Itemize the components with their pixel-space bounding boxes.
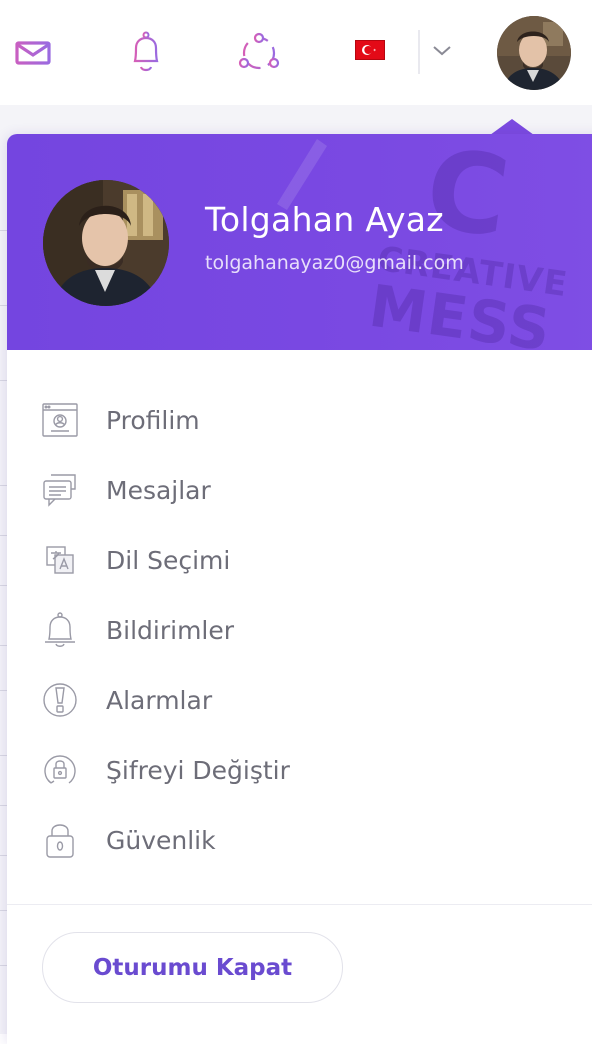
menu-item-guvenlik[interactable]: Güvenlik bbox=[7, 810, 587, 870]
menu-item-label: Dil Seçimi bbox=[106, 545, 231, 575]
padlock-icon bbox=[41, 820, 79, 860]
menu-item-label: Alarmlar bbox=[106, 685, 213, 715]
profile-name: Tolgahan Ayaz bbox=[205, 200, 444, 239]
bell-icon bbox=[41, 610, 79, 650]
translate-icon bbox=[41, 540, 79, 580]
profile-avatar bbox=[43, 180, 169, 306]
menu-item-label: Bildirimler bbox=[106, 615, 235, 645]
lock-refresh-icon bbox=[41, 750, 79, 790]
profile-card-icon bbox=[41, 400, 79, 440]
navbar-divider bbox=[418, 30, 420, 74]
menu-item-sifreyi-degistir[interactable]: Şifreyi Değiştir bbox=[7, 740, 587, 800]
menu-item-label: Profilim bbox=[106, 405, 200, 435]
alert-icon bbox=[41, 680, 79, 720]
dropdown-caret bbox=[490, 119, 534, 135]
share-network-icon[interactable] bbox=[237, 31, 281, 75]
user-avatar[interactable] bbox=[497, 16, 571, 90]
profile-header: C CREATIVE MESS Tolgahan Ayaz tolgahanay… bbox=[7, 134, 592, 350]
bell-icon[interactable] bbox=[126, 30, 166, 74]
menu-item-alarmlar[interactable]: Alarmlar bbox=[7, 670, 587, 730]
menu-item-label: Güvenlik bbox=[106, 825, 216, 855]
logout-button[interactable]: Oturumu Kapat bbox=[42, 932, 343, 1003]
mail-icon[interactable] bbox=[14, 38, 52, 68]
profile-dropdown: C CREATIVE MESS Tolgahan Ayaz tolgahanay… bbox=[7, 134, 592, 1044]
chat-bubbles-icon bbox=[41, 470, 79, 510]
chevron-down-icon[interactable] bbox=[431, 42, 453, 62]
menu-item-label: Şifreyi Değiştir bbox=[106, 755, 290, 785]
menu-item-bildirimler[interactable]: Bildirimler bbox=[7, 600, 587, 660]
profile-email: tolgahanayaz0@gmail.com bbox=[205, 252, 464, 274]
turkey-flag[interactable] bbox=[355, 40, 385, 60]
header-bg-letter: C bbox=[418, 134, 518, 263]
menu-item-label: Mesajlar bbox=[106, 475, 211, 505]
menu-divider bbox=[7, 904, 592, 905]
menu-item-profilim[interactable]: Profilim bbox=[7, 390, 587, 450]
menu-item-dil-secimi[interactable]: Dil Seçimi bbox=[7, 530, 587, 590]
menu-item-mesajlar[interactable]: Mesajlar bbox=[7, 460, 587, 520]
top-navbar bbox=[0, 0, 592, 105]
